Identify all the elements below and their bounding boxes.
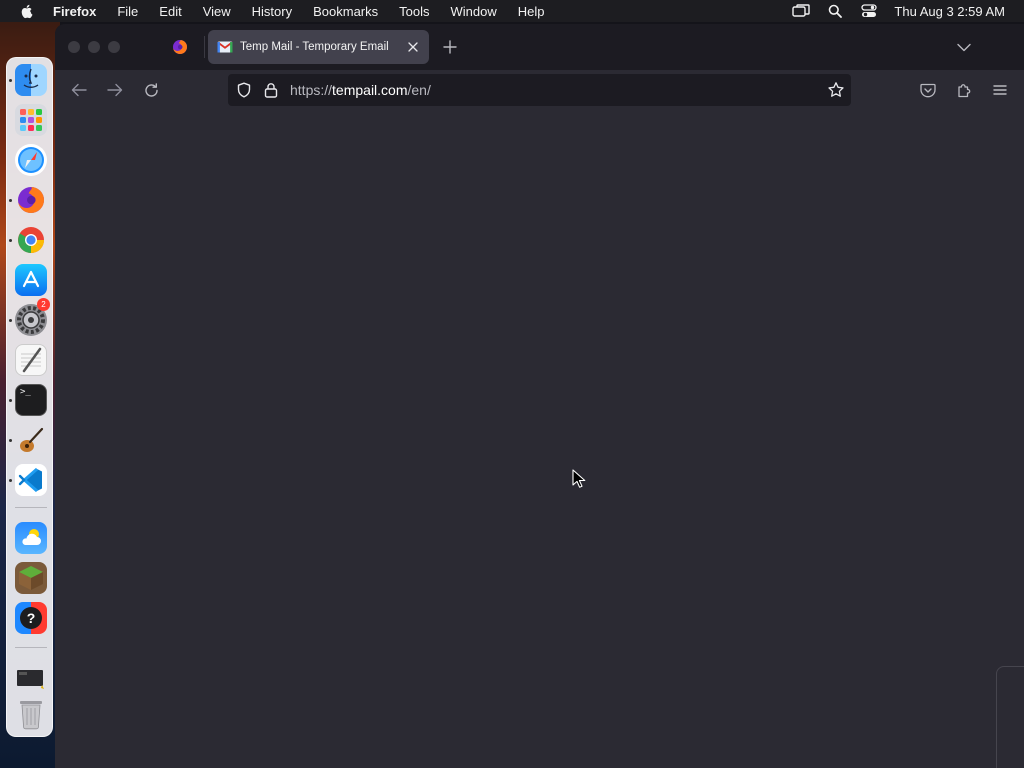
new-tab-button[interactable]: [441, 38, 459, 56]
help-question-icon[interactable]: ?: [15, 602, 47, 634]
apple-icon[interactable]: [19, 3, 35, 19]
tab-separator: [204, 36, 205, 58]
url-text: https://tempail.com/en/: [290, 82, 431, 98]
terminal-icon[interactable]: >_: [15, 384, 47, 416]
pocket-button[interactable]: [919, 81, 937, 99]
tracking-protection-shield-icon[interactable]: [236, 82, 252, 98]
mouse-cursor-icon: [572, 469, 586, 488]
tab-temp-mail[interactable]: Temp Mail - Temporary Email: [208, 30, 429, 64]
running-indicator: [9, 239, 12, 242]
notification-badge: 2: [37, 298, 50, 311]
page-content-area[interactable]: [55, 110, 1024, 768]
application-menu-button[interactable]: [991, 81, 1009, 99]
running-indicator: [9, 199, 12, 202]
tab-bar: Temp Mail - Temporary Email: [55, 24, 1024, 70]
chevron-down-icon: [957, 43, 971, 51]
minecraft-grass-block-icon[interactable]: [15, 562, 47, 594]
dock-separator: [15, 647, 47, 648]
menu-window[interactable]: Window: [451, 4, 497, 19]
menu-app-firefox[interactable]: Firefox: [53, 4, 96, 19]
running-indicator: [9, 319, 12, 322]
reload-button[interactable]: [142, 81, 160, 99]
menu-file[interactable]: File: [117, 4, 138, 19]
menu-tools[interactable]: Tools: [399, 4, 429, 19]
firefox-icon: [173, 40, 187, 54]
gmail-style-envelope-icon: [217, 41, 233, 53]
reload-icon: [144, 82, 158, 97]
spotlight-search-icon[interactable]: [826, 4, 844, 18]
list-all-tabs-button[interactable]: [956, 40, 972, 54]
hamburger-menu-icon: [993, 85, 1007, 95]
vscode-icon[interactable]: [15, 464, 47, 496]
launchpad-icon[interactable]: [15, 104, 47, 136]
menu-edit[interactable]: Edit: [159, 4, 181, 19]
extensions-button[interactable]: [955, 81, 973, 99]
menu-view[interactable]: View: [203, 4, 231, 19]
url-host: tempail.com: [332, 82, 408, 98]
menu-help[interactable]: Help: [518, 4, 545, 19]
dock-separator: [15, 507, 47, 508]
help-glyph: ?: [20, 607, 42, 629]
textedit-icon[interactable]: [15, 344, 47, 376]
menu-bookmarks[interactable]: Bookmarks: [313, 4, 378, 19]
side-panel-edge: [996, 666, 1024, 768]
menu-bar-status-area: Thu Aug 3 2:59 AM: [776, 0, 1005, 22]
running-indicator: [9, 399, 12, 402]
chrome-icon[interactable]: [15, 224, 47, 256]
terminal-prompt: >_: [20, 387, 31, 397]
screen-mirroring-icon[interactable]: [792, 4, 811, 18]
address-bar[interactable]: https://tempail.com/en/: [228, 74, 851, 106]
back-button[interactable]: [70, 81, 88, 99]
forward-button[interactable]: [106, 81, 124, 99]
pinned-tab[interactable]: [165, 31, 195, 63]
zoom-window-button[interactable]: [108, 41, 120, 53]
arrow-right-icon: [107, 83, 123, 97]
lock-icon[interactable]: [264, 82, 278, 98]
minimize-window-button[interactable]: [88, 41, 100, 53]
navigation-toolbar: https://tempail.com/en/: [55, 70, 1024, 110]
control-center-icon[interactable]: [860, 4, 878, 18]
dock: 2 >_ ?: [6, 57, 53, 737]
firefox-icon[interactable]: [15, 184, 47, 216]
menu-bar-clock[interactable]: Thu Aug 3 2:59 AM: [894, 4, 1005, 19]
puzzle-piece-icon: [958, 84, 971, 98]
safari-icon[interactable]: [15, 144, 47, 176]
trash-icon[interactable]: [15, 698, 47, 730]
tab-title: Temp Mail - Temporary Email: [240, 41, 389, 53]
firefox-window: Temp Mail - Temporary Email https://temp…: [55, 24, 1024, 768]
app-store-icon[interactable]: [15, 264, 47, 296]
url-scheme: https://: [290, 82, 333, 98]
guitar-icon[interactable]: [15, 424, 47, 456]
plus-icon: [443, 40, 457, 54]
close-tab-icon[interactable]: [406, 40, 420, 54]
weather-icon[interactable]: [15, 522, 47, 554]
running-indicator: [9, 79, 12, 82]
running-indicator: [9, 479, 12, 482]
downloads-stack-icon[interactable]: [15, 662, 47, 694]
arrow-left-icon: [71, 83, 87, 97]
menu-bar: Firefox File Edit View History Bookmarks…: [0, 0, 1024, 22]
pocket-icon: [920, 83, 936, 97]
running-indicator: [9, 439, 12, 442]
close-window-button[interactable]: [68, 41, 80, 53]
bookmark-star-icon[interactable]: [827, 81, 845, 99]
menu-history[interactable]: History: [252, 4, 292, 19]
url-path: /en/: [407, 82, 431, 98]
finder-icon[interactable]: [15, 64, 47, 96]
